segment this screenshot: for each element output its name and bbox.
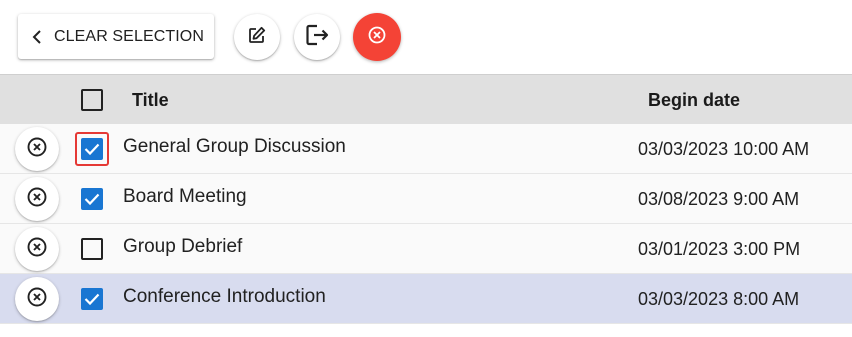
toolbar: CLEAR SELECTION <box>0 0 852 74</box>
close-circle-icon <box>26 136 48 163</box>
cell-begin-date: 03/01/2023 3:00 PM <box>638 238 801 259</box>
remove-row-button[interactable] <box>15 227 59 271</box>
close-circle-icon <box>367 25 387 50</box>
export-icon <box>303 21 331 54</box>
delete-selected-button[interactable] <box>353 13 401 61</box>
remove-row-button[interactable] <box>15 177 59 221</box>
close-circle-icon <box>26 186 48 213</box>
column-header-title[interactable]: Title <box>132 75 169 125</box>
export-button[interactable] <box>294 14 340 60</box>
chevron-left-icon <box>32 29 44 45</box>
table-row[interactable]: Conference Introduction 03/03/2023 8:00 A… <box>0 274 852 324</box>
close-circle-icon <box>26 286 48 313</box>
checkmark-icon <box>84 292 100 306</box>
table-header: Title Begin date <box>0 74 852 124</box>
edit-button[interactable] <box>234 14 280 60</box>
cell-title: General Group Discussion <box>123 136 346 157</box>
close-circle-icon <box>26 236 48 263</box>
row-checkbox[interactable] <box>81 138 103 160</box>
table-row[interactable]: Board Meeting 03/08/2023 9:00 AM <box>0 174 852 224</box>
row-checkbox[interactable] <box>81 288 103 310</box>
remove-row-button[interactable] <box>15 127 59 171</box>
cell-title: Group Debrief <box>123 236 243 257</box>
remove-row-button[interactable] <box>15 277 59 321</box>
cell-begin-date: 03/03/2023 10:00 AM <box>638 138 810 159</box>
cell-begin-date: 03/08/2023 9:00 AM <box>638 188 800 209</box>
column-header-begin-date[interactable]: Begin date <box>648 75 740 125</box>
edit-icon <box>247 25 267 50</box>
checkmark-icon <box>84 192 100 206</box>
table-row[interactable]: Group Debrief 03/01/2023 3:00 PM <box>0 224 852 274</box>
clear-selection-button[interactable]: CLEAR SELECTION <box>18 14 214 59</box>
cell-begin-date: 03/03/2023 8:00 AM <box>638 288 800 309</box>
row-checkbox[interactable] <box>81 188 103 210</box>
select-all-checkbox[interactable] <box>81 89 103 111</box>
cell-title: Board Meeting <box>123 186 247 207</box>
clear-selection-label: CLEAR SELECTION <box>54 27 204 45</box>
row-checkbox[interactable] <box>81 238 103 260</box>
table-row[interactable]: General Group Discussion 03/03/2023 10:00… <box>0 124 852 174</box>
checkmark-icon <box>84 142 100 156</box>
cell-title: Conference Introduction <box>123 286 326 307</box>
